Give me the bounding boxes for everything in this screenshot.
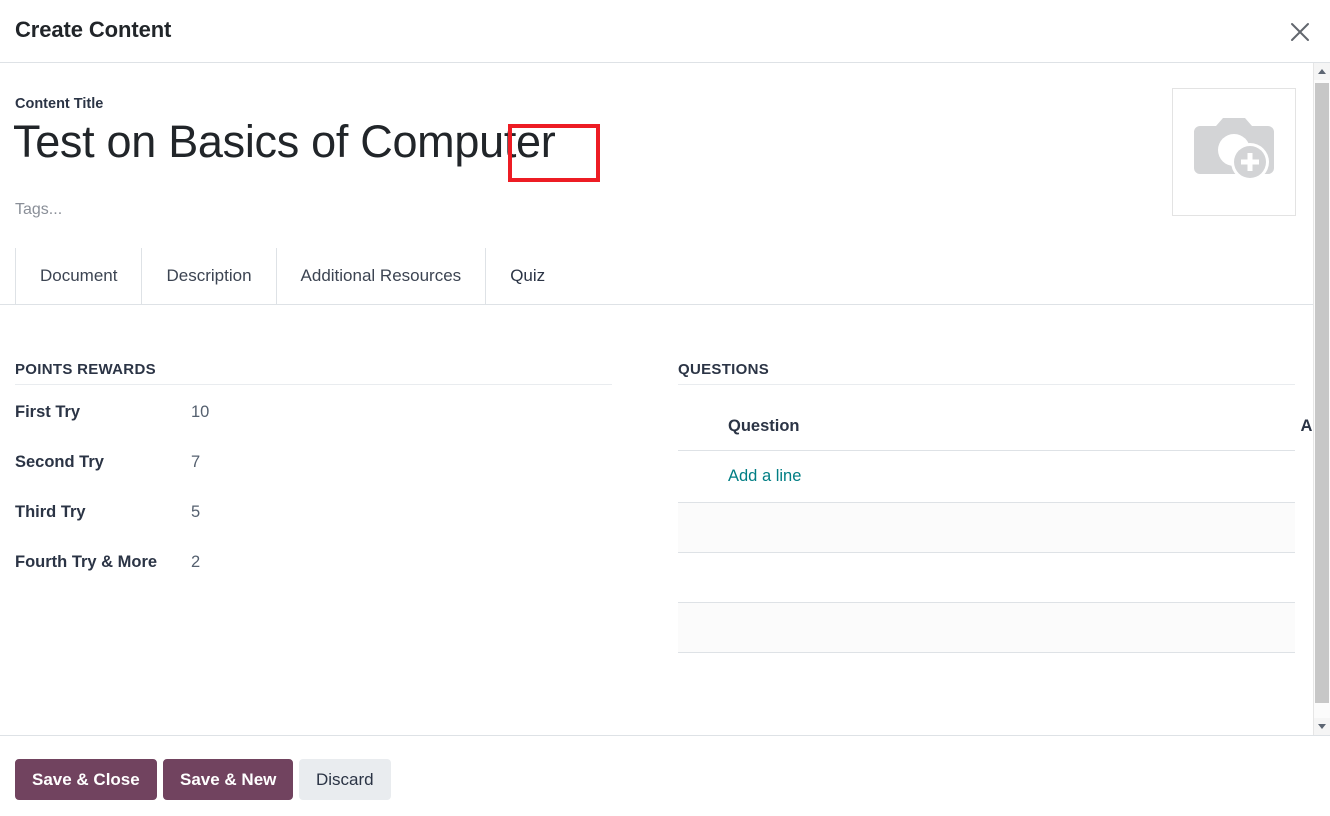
close-icon — [1288, 20, 1312, 44]
camera-add-icon — [1190, 110, 1278, 195]
dialog-header: Create Content — [0, 0, 1330, 63]
add-a-line-row[interactable]: Add a line — [678, 450, 1295, 503]
image-upload-placeholder[interactable] — [1172, 88, 1296, 216]
second-try-value[interactable]: 7 — [191, 453, 200, 472]
questions-group: QUESTIONS Question Answers Add a line — [678, 305, 1318, 703]
dialog-title: Create Content — [15, 17, 172, 42]
add-a-line-cell[interactable]: Add a line — [678, 450, 1295, 503]
add-a-line-link[interactable]: Add a line — [728, 467, 801, 485]
scroll-up-button[interactable] — [1314, 63, 1330, 80]
second-try-label: Second Try — [15, 453, 104, 471]
points-rewards-list: First Try 10 Second Try 7 Third Try 5 Fo… — [15, 403, 660, 603]
chevron-down-icon — [1318, 724, 1326, 729]
scroll-down-button[interactable] — [1314, 718, 1330, 735]
content-title-input[interactable]: Test on Basics of Computer — [13, 115, 556, 169]
tab-description[interactable]: Description — [141, 248, 276, 304]
questions-title: QUESTIONS — [678, 305, 1295, 385]
tab-document[interactable]: Document — [15, 248, 142, 304]
vertical-scrollbar[interactable] — [1313, 63, 1330, 735]
create-content-dialog: Create Content Content Title Test on Bas… — [0, 0, 1330, 816]
discard-button[interactable]: Discard — [299, 759, 391, 800]
first-try-value[interactable]: 10 — [191, 403, 209, 422]
table-row-empty-3 — [678, 602, 1295, 653]
scrollbar-thumb[interactable] — [1315, 83, 1329, 703]
tags-input[interactable]: Tags... — [15, 201, 62, 219]
table-row-empty-1 — [678, 502, 1295, 553]
content-title-label: Content Title — [15, 96, 104, 112]
points-rewards-title: POINTS REWARDS — [15, 305, 612, 385]
tab-quiz-label: Quiz — [510, 266, 546, 285]
points-rewards-group: POINTS REWARDS First Try 10 Second Try 7… — [0, 305, 660, 603]
tab-description-label: Description — [166, 266, 252, 285]
third-try-value[interactable]: 5 — [191, 503, 200, 522]
tab-quiz[interactable]: Quiz — [485, 248, 570, 304]
fourth-try-label: Fourth Try & More — [15, 553, 158, 571]
chevron-up-icon — [1318, 69, 1326, 74]
tab-bar: Document Description Additional Resource… — [0, 248, 1318, 305]
tab-additional-resources[interactable]: Additional Resources — [275, 248, 486, 304]
fourth-try-value[interactable]: 2 — [191, 553, 200, 572]
questions-header-row: Question Answers — [678, 417, 1318, 451]
save-and-close-button[interactable]: Save & Close — [15, 759, 157, 800]
dialog-body: Content Title Test on Basics of Computer… — [0, 63, 1318, 735]
table-row-empty-4 — [678, 652, 1295, 703]
column-header-question: Question — [678, 417, 987, 451]
quiz-tab-content: POINTS REWARDS First Try 10 Second Try 7… — [0, 305, 1318, 735]
points-row-second-try: Second Try 7 — [15, 453, 660, 503]
table-row-empty-2 — [678, 552, 1295, 603]
close-button[interactable] — [1280, 12, 1320, 52]
questions-table: Question Answers Add a line — [678, 417, 1318, 703]
column-header-answers: Answers — [986, 417, 1318, 451]
tab-additional-resources-label: Additional Resources — [300, 266, 462, 285]
points-row-third-try: Third Try 5 — [15, 503, 660, 553]
points-row-first-try: First Try 10 — [15, 403, 660, 453]
points-row-fourth-try: Fourth Try & More 2 — [15, 553, 660, 603]
dialog-footer: Save & Close Save & New Discard — [0, 735, 1330, 816]
first-try-label: First Try — [15, 403, 81, 421]
tab-document-label: Document — [40, 266, 118, 285]
save-and-new-button[interactable]: Save & New — [163, 759, 294, 800]
third-try-label: Third Try — [15, 503, 86, 521]
form-sheet: Content Title Test on Basics of Computer… — [0, 63, 1318, 735]
